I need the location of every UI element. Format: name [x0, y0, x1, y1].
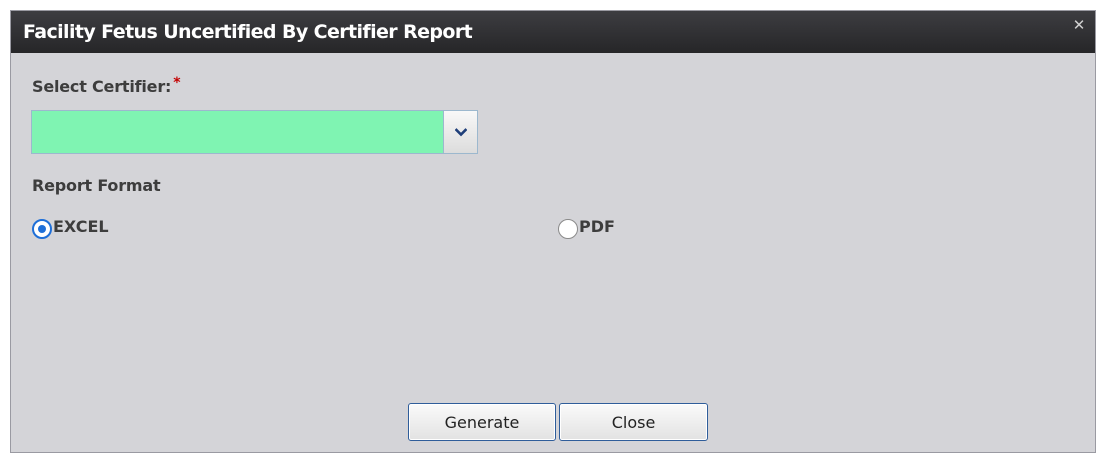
- dialog-titlebar: Facility Fetus Uncertified By Certifier …: [11, 11, 1095, 53]
- certifier-combobox[interactable]: [31, 110, 478, 154]
- excel-radio[interactable]: [32, 219, 52, 239]
- certifier-dropdown-button[interactable]: [444, 110, 478, 154]
- generate-button[interactable]: Generate: [408, 403, 556, 441]
- radio-option-pdf[interactable]: PDF: [558, 216, 615, 242]
- report-dialog: Facility Fetus Uncertified By Certifier …: [10, 10, 1096, 453]
- pdf-label: PDF: [579, 216, 615, 236]
- certifier-label-group: Select Certifier: *: [32, 75, 181, 96]
- required-marker: *: [173, 75, 181, 91]
- dialog-title: Facility Fetus Uncertified By Certifier …: [23, 21, 473, 43]
- chevron-down-icon: [455, 128, 467, 137]
- report-format-label: Report Format: [32, 176, 161, 195]
- close-icon[interactable]: ✕: [1071, 17, 1087, 33]
- certifier-input[interactable]: [31, 110, 444, 154]
- close-button[interactable]: Close: [559, 403, 708, 441]
- pdf-radio[interactable]: [558, 219, 578, 239]
- excel-label: EXCEL: [53, 216, 109, 236]
- certifier-label: Select Certifier:: [32, 77, 172, 96]
- radio-option-excel[interactable]: EXCEL: [32, 216, 109, 242]
